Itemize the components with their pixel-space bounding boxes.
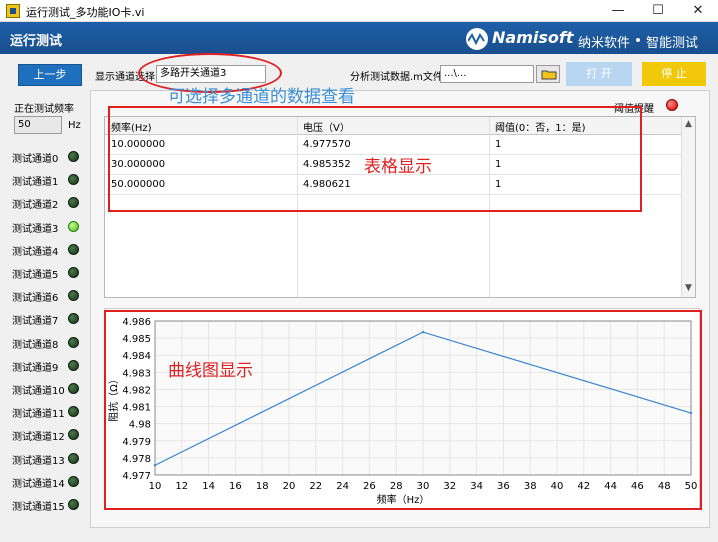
channel-status-led: [68, 359, 79, 371]
channel-status-led: [68, 475, 79, 487]
channel-label: 测试通道9: [12, 362, 59, 374]
channel-row-0: 测试通道0: [12, 149, 82, 165]
channel-status-led: [68, 429, 79, 441]
brand-slogan: 智能测试: [646, 36, 699, 51]
testing-frequency-label: 正在测试频率: [14, 104, 74, 115]
channel-status-led: [68, 267, 79, 278]
channel-status-led: [68, 383, 79, 394]
channel-row-3: 测试通道3: [12, 219, 82, 235]
channel-label: 测试通道5: [12, 270, 59, 281]
maximize-button[interactable]: ☐: [638, 0, 678, 22]
scroll-up-icon[interactable]: ▲: [685, 119, 692, 129]
channel-label: 测试通道3: [12, 223, 59, 235]
app-header: 运行测试 Namisoft 纳米软件 智能测试: [0, 22, 718, 54]
analysis-file-label: 分析测试数据.m文件: [350, 72, 443, 83]
channel-row-4: 测试通道4: [12, 242, 82, 258]
channel-status-led: [68, 406, 79, 418]
channel-label: 测试通道7: [12, 316, 59, 328]
channel-label: 测试通道2: [12, 200, 59, 212]
chart-annotation: 曲线图显示: [168, 361, 253, 381]
channel-label: 测试通道13: [12, 455, 65, 467]
channel-label: 测试通道1: [12, 177, 59, 189]
namisoft-logo: Namisoft 纳米软件 智能测试: [466, 26, 710, 52]
channel-status-led: [68, 197, 79, 209]
channel-row-1: 测试通道1: [12, 172, 82, 188]
channel-status-led: [68, 174, 79, 186]
window-titlebar: 运行测试_多功能IO卡.vi — ☐ ✕: [0, 0, 718, 22]
frequency-unit: Hz: [68, 120, 81, 131]
channel-row-5: 测试通道5: [12, 265, 82, 281]
channel-status-led: [68, 290, 79, 302]
channel-status-led: [68, 313, 79, 325]
brand-name: Namisoft: [492, 28, 574, 47]
channel-label: 测试通道10: [12, 386, 65, 397]
channel-label: 测试通道6: [12, 293, 59, 305]
separator-dot-icon: [636, 38, 640, 42]
channel-row-7: 测试通道7: [12, 311, 82, 327]
stop-button[interactable]: 停 止: [642, 62, 706, 86]
channel-status-led: [68, 220, 79, 232]
labview-vi-icon: [6, 4, 20, 18]
scroll-down-icon[interactable]: ▼: [685, 283, 692, 293]
channel-row-8: 测试通道8: [12, 335, 82, 351]
wave-logo-icon: [466, 28, 488, 50]
channel-row-9: 测试通道9: [12, 358, 82, 374]
channel-row-15: 测试通道15: [12, 497, 82, 513]
channel-row-12: 测试通道12: [12, 427, 82, 443]
window-title: 运行测试_多功能IO卡.vi: [26, 6, 145, 19]
open-start-button[interactable]: 打 开: [566, 62, 632, 86]
channel-label: 测试通道11: [12, 409, 65, 421]
testing-frequency-value: 50: [14, 116, 62, 134]
channel-label: 测试通道12: [12, 432, 65, 444]
channel-row-13: 测试通道13: [12, 451, 82, 467]
table-vertical-scrollbar[interactable]: ▲ ▼: [681, 117, 695, 297]
back-button[interactable]: 上一步: [18, 64, 82, 86]
analysis-file-path-input[interactable]: ...\...: [440, 65, 534, 83]
channel-status-led: [68, 499, 79, 510]
minimize-button[interactable]: —: [598, 0, 638, 22]
channel-row-11: 测试通道11: [12, 404, 82, 420]
channel-status-led: [68, 452, 79, 464]
browse-folder-button[interactable]: [536, 65, 560, 83]
close-button[interactable]: ✕: [678, 0, 718, 22]
channel-status-led: [68, 151, 79, 162]
channel-label: 测试通道8: [12, 339, 59, 351]
channel-select-annotation: 可选择多通道的数据查看: [168, 87, 355, 107]
page-title: 运行测试: [10, 34, 63, 49]
brand-name-cn: 纳米软件: [578, 36, 631, 51]
channel-label: 测试通道15: [12, 502, 65, 513]
threshold-alarm-led: [666, 99, 678, 111]
channel-label: 测试通道14: [12, 478, 65, 490]
channel-row-6: 测试通道6: [12, 288, 82, 304]
channel-row-10: 测试通道10: [12, 381, 82, 397]
chart-highlight: [104, 310, 702, 510]
table-annotation: 表格显示: [364, 157, 432, 177]
channel-status-led: [68, 243, 79, 255]
channel-label: 测试通道0: [12, 154, 59, 165]
folder-icon: [541, 70, 557, 80]
channel-status-led: [68, 336, 79, 348]
channel-row-2: 测试通道2: [12, 195, 82, 211]
channel-label: 测试通道4: [12, 246, 59, 258]
channel-row-14: 测试通道14: [12, 474, 82, 490]
